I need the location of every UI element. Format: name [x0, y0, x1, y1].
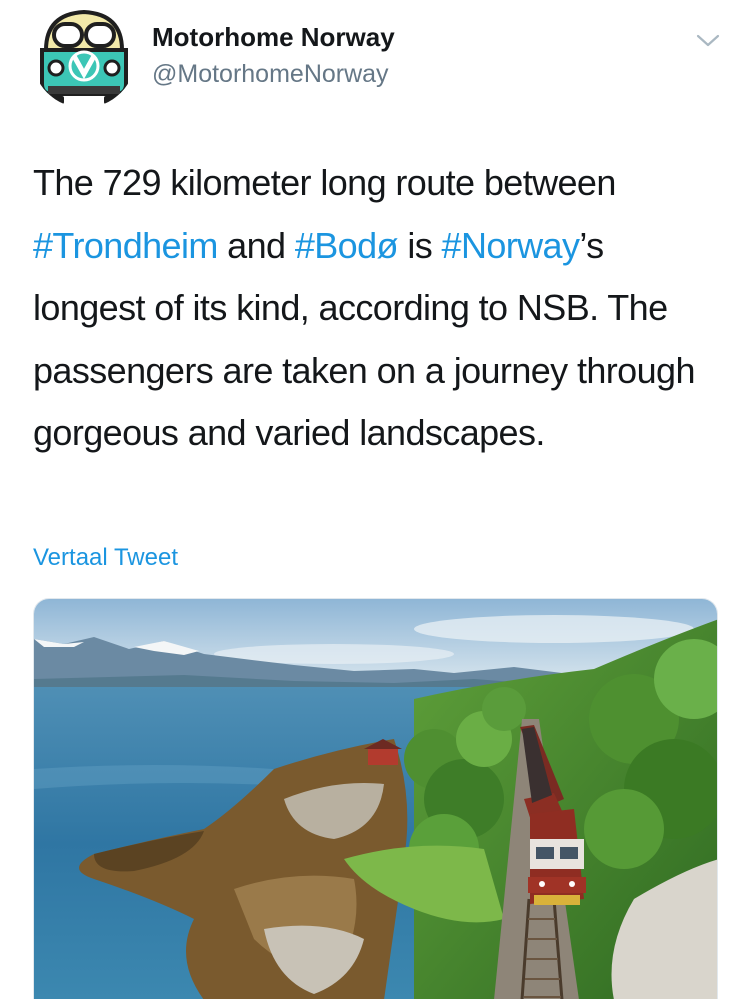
train-landscape-photo — [34, 599, 717, 999]
avatar[interactable] — [32, 4, 136, 108]
tweet-text-part: is — [397, 224, 442, 266]
translate-tweet-link[interactable]: Vertaal Tweet — [33, 544, 178, 572]
tweet-text-part: The 729 kilometer long route between — [33, 162, 616, 203]
tweet-text-part: and — [217, 224, 295, 266]
tweet-header: Motorhome Norway @MotorhomeNorway — [0, 0, 749, 120]
author-name[interactable]: Motorhome Norway — [152, 22, 395, 53]
hashtag-link-trondheim[interactable]: #Trondheim — [33, 225, 218, 266]
camper-van-logo-icon — [40, 9, 128, 104]
chevron-down-icon[interactable] — [694, 26, 722, 54]
author-handle[interactable]: @MotorhomeNorway — [152, 60, 389, 89]
tweet-photo[interactable] — [33, 598, 718, 999]
hashtag-link-bodo[interactable]: #Bodø — [295, 225, 399, 266]
tweet-text: The 729 kilometer long route between #Tr… — [33, 152, 723, 465]
hashtag-link-norway[interactable]: #Norway — [442, 225, 580, 266]
